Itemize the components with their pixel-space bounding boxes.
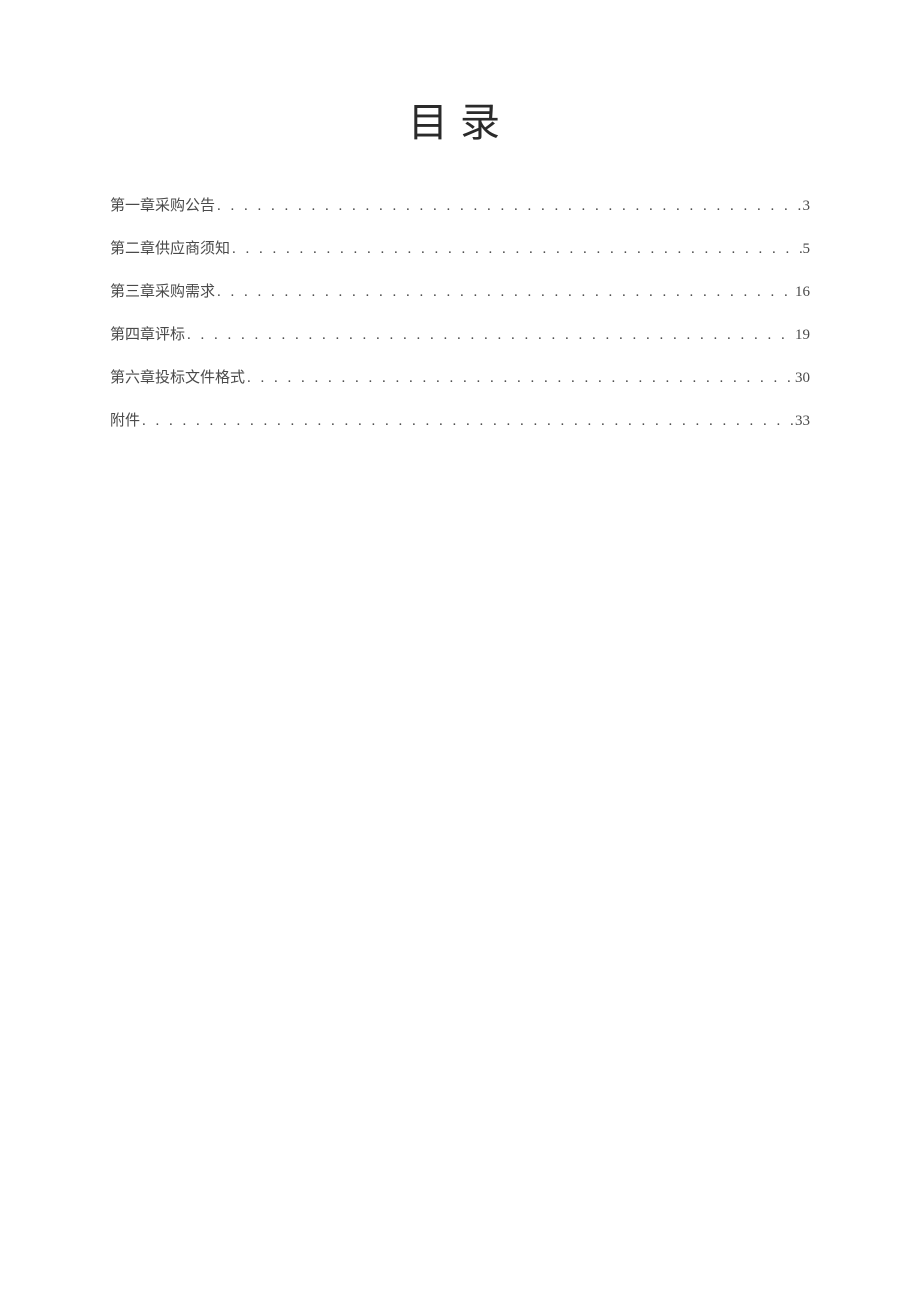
- toc-entry: 第二章供应商须知 5: [110, 237, 810, 258]
- toc-label: 第一章采购公告: [110, 194, 215, 215]
- toc-page-number: 33: [795, 413, 810, 430]
- toc-page-number: 19: [795, 327, 810, 344]
- toc-entry: 第四章评标 19: [110, 323, 810, 344]
- toc-page-number: 30: [795, 370, 810, 387]
- toc-label: 第六章投标文件格式: [110, 366, 245, 387]
- toc-leader-dots: [230, 241, 802, 258]
- toc-entry: 第三章采购需求 16: [110, 280, 810, 301]
- toc-leader-dots: [245, 370, 795, 387]
- toc-entry: 第一章采购公告 3: [110, 194, 810, 215]
- toc-page-number: 16: [795, 284, 810, 301]
- toc-page-number: 5: [803, 241, 811, 258]
- toc-leader-dots: [215, 284, 795, 301]
- toc-entry: 第六章投标文件格式 30: [110, 366, 810, 387]
- toc-leader-dots: [215, 198, 802, 215]
- toc-leader-dots: [185, 327, 795, 344]
- table-of-contents: 第一章采购公告 3 第二章供应商须知 5 第三章采购需求 16 第四章评标 19…: [110, 194, 810, 430]
- toc-entry: 附件 33: [110, 409, 810, 430]
- toc-page-number: 3: [803, 198, 811, 215]
- toc-label: 第三章采购需求: [110, 280, 215, 301]
- toc-label: 第四章评标: [110, 323, 185, 344]
- toc-label: 附件: [110, 409, 140, 430]
- toc-leader-dots: [140, 413, 795, 430]
- page-title: 目录: [110, 90, 810, 148]
- document-page: 目录 第一章采购公告 3 第二章供应商须知 5 第三章采购需求 16 第四章评标…: [0, 0, 920, 430]
- toc-label: 第二章供应商须知: [110, 237, 230, 258]
